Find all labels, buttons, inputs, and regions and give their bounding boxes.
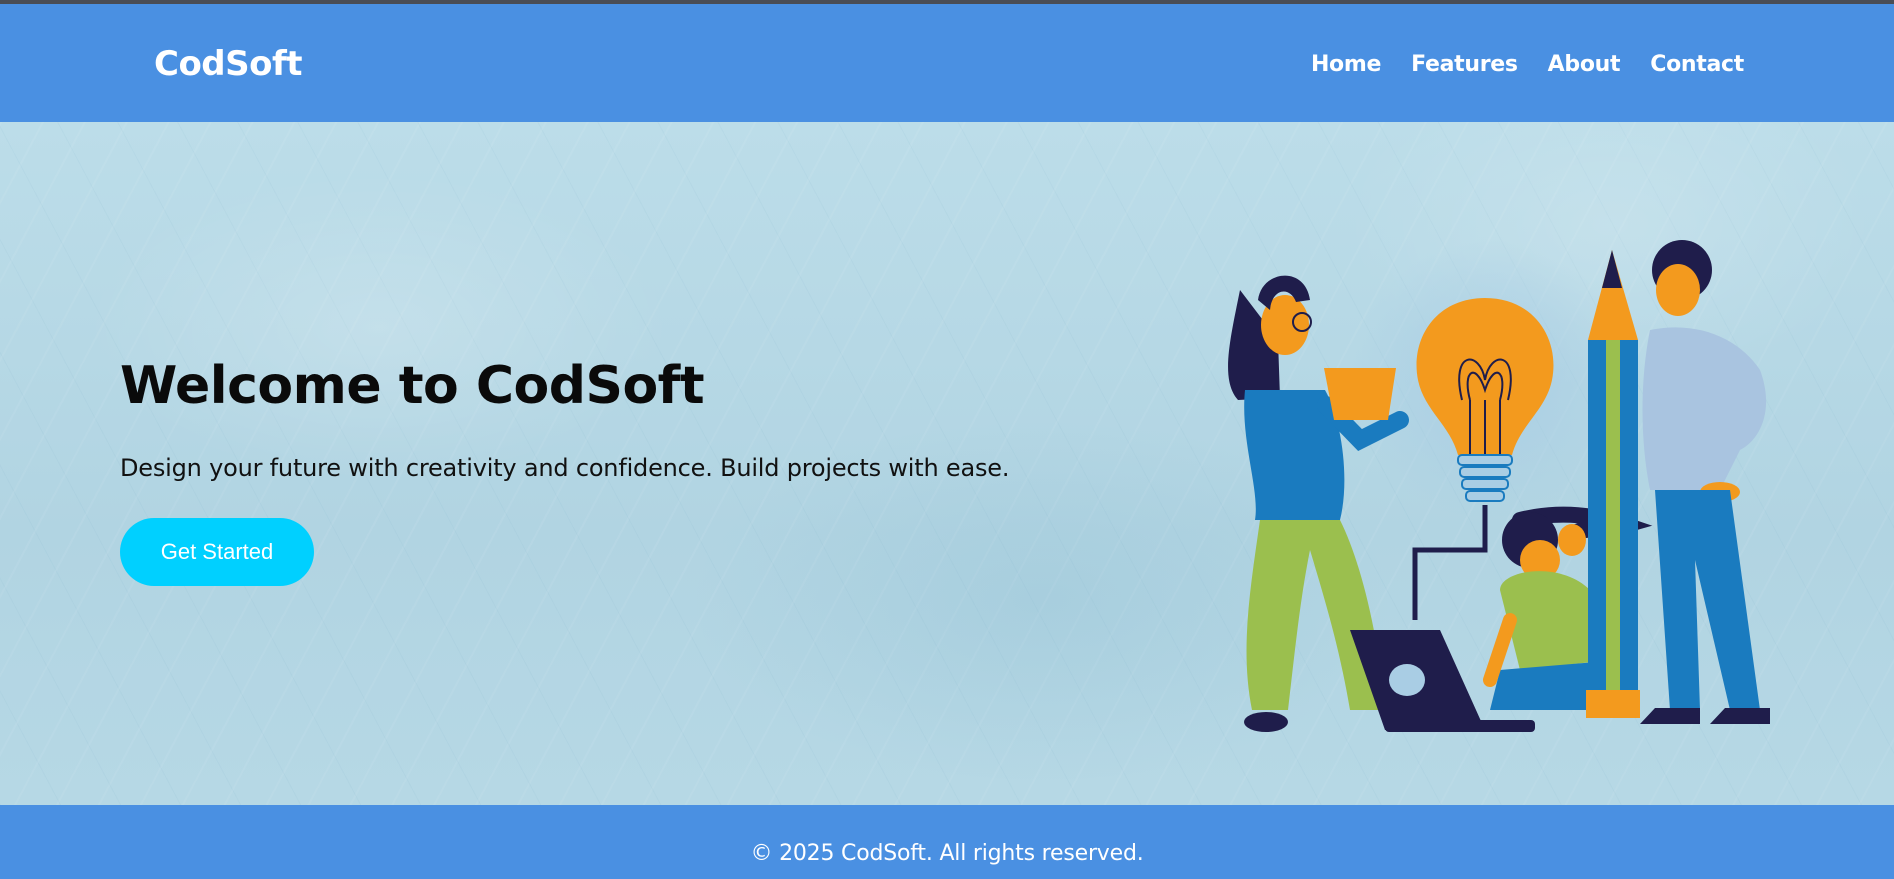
site-footer: © 2025 CodSoft. All rights reserved. bbox=[0, 805, 1894, 879]
site-logo[interactable]: CodSoft bbox=[154, 44, 303, 84]
hero-title: Welcome to CodSoft bbox=[120, 356, 705, 416]
get-started-button[interactable]: Get Started bbox=[120, 518, 314, 586]
main-nav: Home Features About Contact bbox=[1311, 52, 1744, 77]
hero-content: Welcome to CodSoft Design your future wi… bbox=[120, 356, 1009, 586]
nav-link-about[interactable]: About bbox=[1548, 52, 1621, 77]
hero-section: Welcome to CodSoft Design your future wi… bbox=[0, 122, 1894, 805]
nav-link-home[interactable]: Home bbox=[1311, 52, 1381, 77]
nav-link-contact[interactable]: Contact bbox=[1650, 52, 1744, 77]
site-header: CodSoft Home Features About Contact bbox=[0, 4, 1894, 122]
copyright-text: © 2025 CodSoft. All rights reserved. bbox=[750, 841, 1144, 866]
man-standing-figure bbox=[1640, 240, 1770, 724]
team-creativity-illustration bbox=[1228, 240, 1770, 732]
nav-link-features[interactable]: Features bbox=[1411, 52, 1518, 77]
hero-subtitle: Design your future with creativity and c… bbox=[120, 454, 1010, 482]
